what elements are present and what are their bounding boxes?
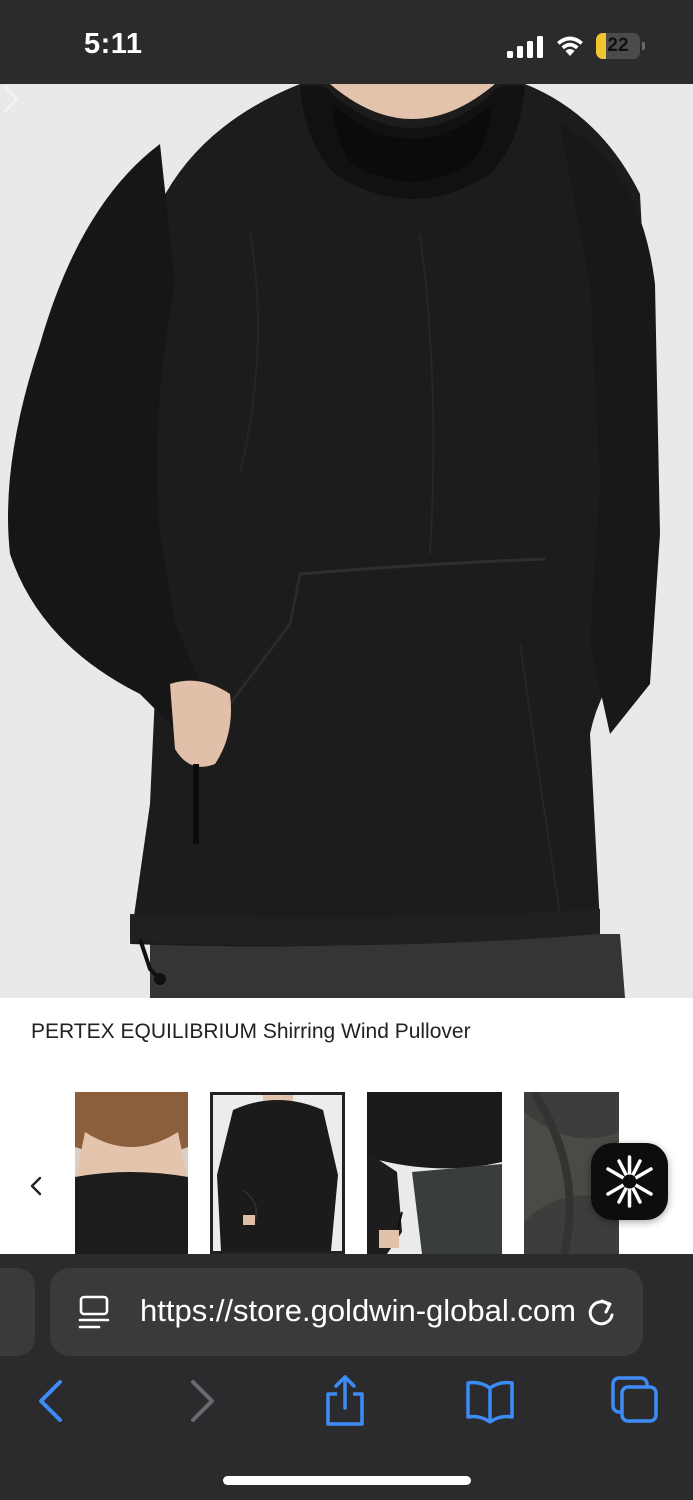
battery-level: 22 [607, 35, 629, 56]
forward-button[interactable] [175, 1374, 229, 1428]
share-button[interactable] [318, 1374, 372, 1428]
back-button[interactable] [27, 1374, 81, 1428]
back-view-photo [75, 1092, 188, 1254]
battery-cap [642, 42, 645, 50]
next-image-arrow[interactable] [0, 84, 22, 114]
status-time: 5:11 [84, 28, 143, 60]
status-bar: 5:11 22 [0, 0, 693, 84]
url-text: https://store.goldwin-global.com [140, 1293, 576, 1328]
home-indicator [223, 1476, 471, 1485]
cellular-signal-icon [507, 36, 543, 58]
page-menu-icon[interactable] [77, 1294, 113, 1332]
share-icon [326, 1375, 364, 1426]
chevron-left-icon [39, 1380, 62, 1422]
previous-tab-preview[interactable] [0, 1268, 35, 1356]
tabs-button[interactable] [608, 1374, 662, 1428]
thumbnail-back-view[interactable] [75, 1092, 188, 1254]
drawcord-detail-photo [367, 1092, 502, 1254]
pullover-photo [0, 84, 693, 998]
front-view-photo [213, 1095, 342, 1251]
thumbnail-prev-arrow[interactable] [26, 1172, 46, 1200]
product-title: PERTEX EQUILIBRIUM Shirring Wind Pullove… [31, 1020, 471, 1043]
address-bar[interactable]: https://store.goldwin-global.com [50, 1268, 643, 1356]
browser-toolbar: https://store.goldwin-global.com [0, 1254, 693, 1500]
tabs-icon [611, 1376, 658, 1423]
battery-indicator: 22 [596, 33, 646, 59]
wifi-icon [557, 36, 583, 56]
thumbnail-drawcord-detail[interactable] [367, 1092, 502, 1254]
chevron-right-icon [191, 1380, 214, 1422]
product-main-image[interactable] [0, 84, 693, 998]
asterisk-logo-icon[interactable] [591, 1143, 668, 1220]
reload-icon[interactable] [583, 1295, 619, 1331]
bookmarks-button[interactable] [463, 1374, 517, 1428]
screen: 5:11 22 PERTEX EQUILIBRIUM Shirring Wind… [0, 0, 693, 1500]
book-icon [466, 1380, 514, 1424]
battery-body: 22 [596, 33, 640, 59]
thumbnail-front-view[interactable] [210, 1092, 345, 1254]
product-info: PERTEX EQUILIBRIUM Shirring Wind Pullove… [0, 998, 693, 1254]
badge-symbol [606, 1155, 653, 1208]
